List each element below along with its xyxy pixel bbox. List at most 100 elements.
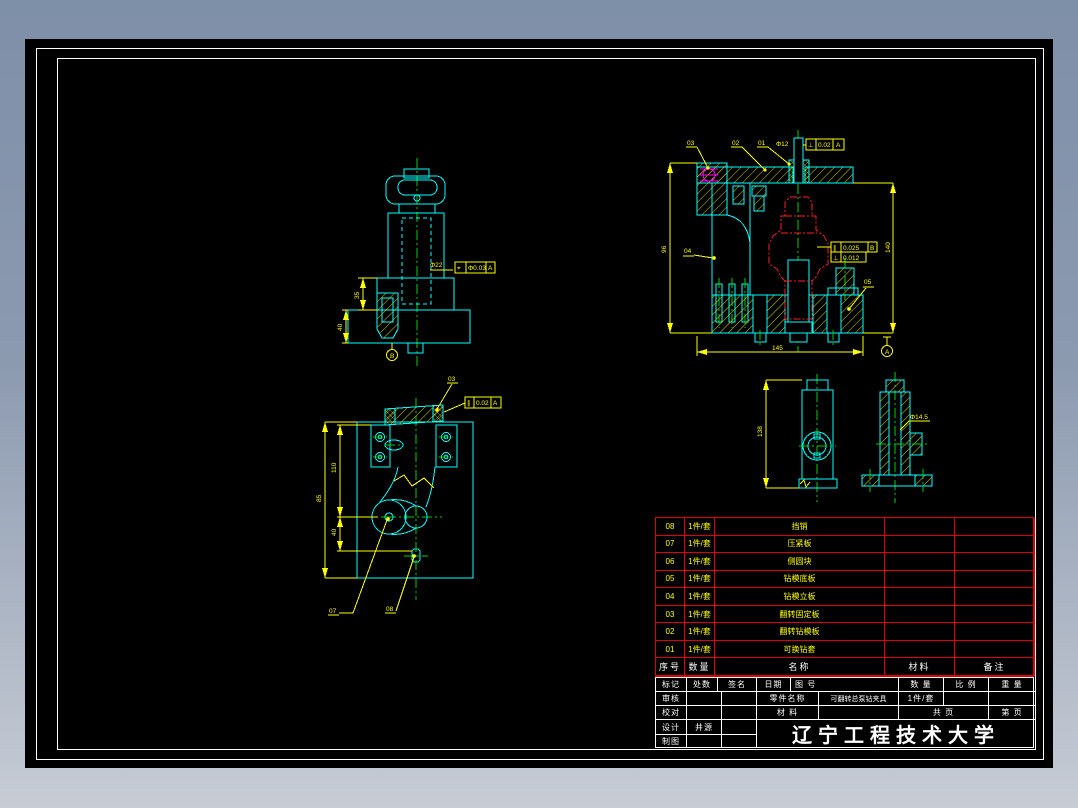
cad-workspace: B 35 40 Φ22 ⌖ Φ0.03 A 96 140 145 Φ12 ⊥ 0… — [0, 0, 1078, 808]
part-qty: 1件/套 — [685, 518, 715, 536]
svg-text:⊥: ⊥ — [833, 255, 839, 262]
svg-text:Φ0.03: Φ0.03 — [468, 265, 486, 272]
balloon-04: 04 — [683, 248, 716, 260]
part-no: 01 — [656, 640, 685, 659]
header-note: 备注 — [955, 658, 1035, 676]
dim-96: 96 — [661, 245, 668, 253]
tb-part-name-label: 零件名称 — [757, 692, 819, 706]
svg-text:0.025: 0.025 — [843, 245, 860, 252]
parts-list-table[interactable]: 08 1件/套 挡销 07 1件/套 压紧板 06 1件/套 侧圆块 05 1件… — [655, 517, 1035, 677]
tb-university: 辽宁工程技术大学 — [792, 725, 1000, 747]
view-part-detail: 138 Φ14.5 — [757, 372, 933, 503]
part-qty: 1件/套 — [685, 588, 715, 606]
svg-text:05: 05 — [864, 279, 872, 286]
part-no: 05 — [656, 570, 685, 589]
svg-text:07: 07 — [329, 608, 337, 615]
svg-text:⊥: ⊥ — [808, 142, 814, 149]
header-name: 名称 — [715, 658, 885, 676]
dim-phi22: Φ22 — [430, 262, 443, 269]
part-qty: 1件/套 — [685, 605, 715, 624]
datum-b-symbol: B — [386, 343, 398, 361]
tb-qty-value: 1件/套 — [899, 692, 944, 706]
view-main-section: 96 140 145 Φ12 ⊥ 0.02 A ∥ 0.025 B ⊥ 0.01… — [661, 130, 896, 357]
view-plan: 110 40 85 ∥ 0.02 A 03 07 08 — [316, 376, 502, 616]
tb-material-label: 材 料 — [757, 706, 819, 720]
svg-text:03: 03 — [448, 376, 456, 383]
dim-140: 140 — [885, 242, 892, 253]
svg-text:⌖: ⌖ — [457, 265, 461, 272]
svg-text:∥: ∥ — [467, 399, 470, 407]
part-note — [955, 518, 1035, 536]
part-name: 压紧板 — [715, 535, 885, 554]
dim-138: 138 — [757, 426, 764, 437]
part-no: 06 — [656, 553, 685, 571]
dim-phi12: Φ12 — [776, 141, 789, 148]
part-no: 08 — [656, 518, 685, 536]
header-no: 序号 — [656, 658, 685, 676]
tb-count: 处数 — [687, 678, 718, 692]
dim-110: 110 — [331, 462, 338, 473]
header-material: 材料 — [885, 658, 955, 676]
locating-pin-section — [376, 292, 399, 339]
svg-text:B: B — [870, 245, 874, 252]
balloon-08: 08 — [385, 554, 416, 614]
dim-40-plan: 40 — [331, 528, 338, 536]
part-qty: 1件/套 — [685, 640, 715, 659]
tb-drawing-no: 图 号 — [791, 678, 899, 692]
tb-draft: 制图 — [656, 735, 687, 747]
svg-text:02: 02 — [732, 140, 740, 147]
datum-a-label: A — [885, 349, 890, 356]
view-front-elevation: B 35 40 Φ22 ⌖ Φ0.03 A — [337, 158, 496, 368]
datum-b-label: B — [390, 353, 394, 360]
dim-40: 40 — [337, 323, 344, 331]
part-name: 可换钻套 — [715, 640, 885, 659]
svg-text:08: 08 — [386, 606, 394, 613]
tb-mark: 标记 — [656, 678, 687, 692]
tb-weight-label: 重 量 — [989, 678, 1035, 692]
part-qty: 1件/套 — [685, 553, 715, 571]
datum-a-symbol: A — [881, 336, 893, 357]
part-no: 04 — [656, 588, 685, 606]
part-qty: 1件/套 — [685, 570, 715, 589]
svg-text:A: A — [488, 265, 493, 272]
tb-scale-label: 比 例 — [944, 678, 989, 692]
part-name: 钻模底板 — [715, 570, 885, 589]
part-no: 02 — [656, 623, 685, 641]
part-name: 翻转固定板 — [715, 605, 885, 624]
svg-text:0.02: 0.02 — [476, 400, 489, 407]
part-name: 翻转钻模板 — [715, 623, 885, 641]
tb-total-pages: 共 页 — [899, 706, 989, 720]
header-qty: 数量 — [685, 658, 715, 676]
fcf-perpendicularity-frame: ⊥ 0.02 A — [803, 138, 845, 151]
dim-85: 85 — [316, 494, 323, 502]
part-name: 挡销 — [715, 518, 885, 536]
fcf-parallelism-frame: ∥ 0.025 B ⊥ 0.012 — [817, 241, 878, 263]
tb-qty-label: 数 量 — [899, 678, 944, 692]
dim-35: 35 — [354, 291, 361, 299]
part-no: 03 — [656, 605, 685, 624]
tb-check: 审核 — [656, 692, 687, 706]
tb-page-no: 第 页 — [989, 706, 1035, 720]
part-qty: 1件/套 — [685, 535, 715, 554]
part-no: 07 — [656, 535, 685, 554]
tb-date: 日期 — [757, 678, 791, 692]
part-qty: 1件/套 — [685, 623, 715, 641]
tb-designer: 井源 — [687, 720, 722, 735]
svg-text:03: 03 — [687, 140, 695, 147]
dim-note: Φ14.5 — [910, 414, 928, 421]
tb-proof: 校对 — [656, 706, 687, 720]
part-name: 钻模立板 — [715, 588, 885, 606]
svg-text:04: 04 — [684, 248, 692, 255]
part-material — [885, 518, 955, 536]
svg-text:01: 01 — [758, 140, 766, 147]
svg-text:0.02: 0.02 — [818, 142, 831, 149]
fcf-parallelism-plan: ∥ 0.02 A — [443, 396, 502, 413]
tb-sign: 签名 — [718, 678, 757, 692]
part-name: 侧圆块 — [715, 553, 885, 571]
tb-design: 设计 — [656, 720, 687, 735]
dim-145: 145 — [772, 345, 783, 352]
svg-text:∥: ∥ — [833, 244, 836, 252]
fcf-position-frame: ⌖ Φ0.03 A — [454, 261, 496, 274]
tb-part-name: 可翻转总泵钻夹具 — [819, 692, 899, 706]
title-block[interactable]: 标记 处数 签名 日期 图 号 数 量 比 例 重 量 审核 零件名称 可翻转总… — [655, 677, 1035, 748]
